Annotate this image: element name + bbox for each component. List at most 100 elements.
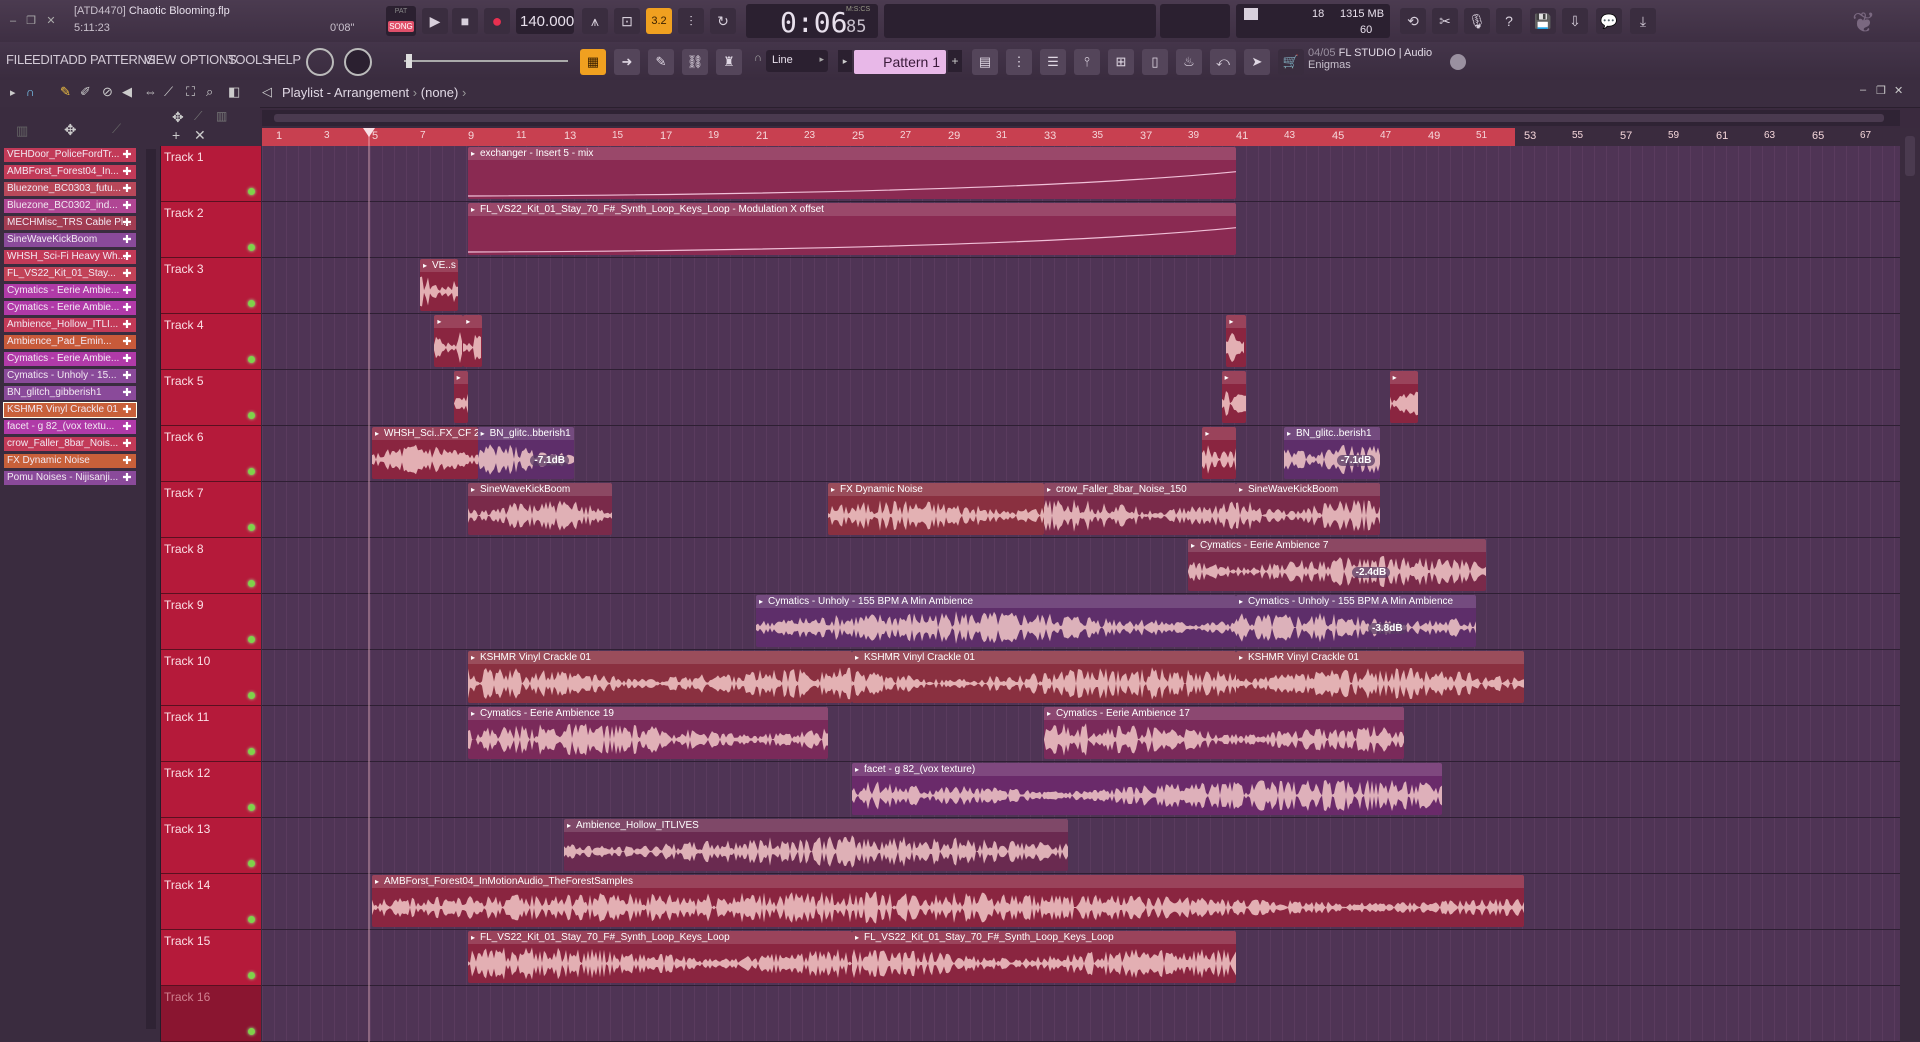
link-tracks-icon[interactable]: ⟋ [194, 109, 202, 124]
track-header[interactable]: Track 11 [161, 706, 261, 762]
magnet-icon[interactable]: ∩ [26, 85, 35, 99]
news-panel[interactable]: 04/05 FL STUDIO | Audio Enigmas [1308, 47, 1458, 71]
audio-clip[interactable]: Cymatics - Eerie Ambience 19 [468, 707, 828, 759]
help-icon[interactable]: ? [1496, 8, 1522, 34]
tempo-display[interactable]: 140.000 [516, 8, 574, 34]
tools-icon[interactable]: ✂ [1432, 8, 1458, 34]
track-header[interactable]: Track 5 [161, 370, 261, 426]
arrow-right-icon[interactable]: ➜ [614, 49, 640, 75]
drag-icon[interactable]: ✥ [172, 109, 184, 126]
add-clip-icon[interactable]: ✚ [118, 216, 136, 230]
browser-clip-item[interactable]: Bluezone_BC0302_ind... [4, 199, 136, 213]
audio-clip[interactable]: KSHMR Vinyl Crackle 01 [852, 651, 1236, 703]
add-clip-icon[interactable]: ✚ [118, 250, 136, 264]
browser-clip-item[interactable]: Cymatics - Unholy - 15... [4, 369, 136, 383]
browser-clip-item[interactable]: Pomu Noises - Nijisanji... [4, 471, 136, 485]
add-clip-icon[interactable]: ✚ [118, 148, 136, 162]
browser-clip-item[interactable]: Cymatics - Eerie Ambie... [4, 352, 136, 366]
track-header[interactable]: Track 3 [161, 258, 261, 314]
add-clip-icon[interactable]: ✚ [118, 182, 136, 196]
track-header[interactable]: Track 10 [161, 650, 261, 706]
time-display[interactable]: 0:06 85 M:S:CS [746, 4, 878, 39]
add-clip-icon[interactable]: ✚ [118, 318, 136, 332]
audio-clip[interactable]: KSHMR Vinyl Crackle 01 [1236, 651, 1524, 703]
loop-record-icon[interactable]: ↻ [710, 8, 736, 34]
add-clip-icon[interactable]: ✚ [118, 233, 136, 247]
export-icon[interactable]: ⇩ [1562, 8, 1588, 34]
track-header[interactable]: Track 15 [161, 930, 261, 986]
download-icon[interactable]: ⤓ [1630, 8, 1656, 34]
add-track-icon[interactable]: + [172, 127, 180, 143]
track-mute-led[interactable] [248, 356, 255, 363]
browser-clip-item[interactable]: Ambience_Hollow_ITLI... [4, 318, 136, 332]
audio-clip[interactable]: SineWaveKickBoom [468, 483, 612, 535]
master-slider[interactable] [404, 54, 568, 68]
audio-clip[interactable]: Cymatics - Eerie Ambience 17 [1044, 707, 1404, 759]
link-icon[interactable]: ⛓ [682, 49, 708, 75]
minimize-icon[interactable]: – [6, 14, 20, 28]
save-icon[interactable]: 💾 [1530, 8, 1556, 34]
browser-clip-item[interactable]: crow_Faller_8bar_Nois... [4, 437, 136, 451]
audio-clip[interactable]: BN_glitc..berish1 -7.1dB [1284, 427, 1380, 479]
playlist-close-icon[interactable]: ✕ [1894, 84, 1903, 97]
pencil-icon[interactable]: ✎ [648, 49, 674, 75]
browser-scrollbar[interactable] [146, 149, 156, 1029]
browser-clip-item[interactable]: SineWaveKickBoom [4, 233, 136, 247]
track-header[interactable]: Track 2 [161, 202, 261, 258]
chat-icon[interactable]: 💬 [1596, 8, 1622, 34]
audio-clip[interactable] [463, 315, 483, 367]
audio-clip[interactable]: Cymatics - Unholy - 155 BPM A Min Ambien… [756, 595, 1236, 647]
audio-clip[interactable]: facet - g 82_(vox texture) [852, 763, 1443, 815]
main-volume-knob[interactable] [306, 48, 334, 76]
master-slider-handle[interactable] [406, 54, 412, 68]
add-clip-icon[interactable]: ✚ [118, 437, 136, 451]
audio-clip[interactable]: Ambience_Hollow_ITLIVES [564, 819, 1068, 871]
browser-clip-item[interactable]: WHSH_Sci-Fi Heavy Wh... [4, 250, 136, 264]
audio-clip[interactable]: Cymatics - Unholy - 155 BPM A Min Ambien… [1236, 595, 1476, 647]
snap-magnet-icon[interactable]: ▦ [580, 49, 606, 75]
automation-clip[interactable]: exchanger - Insert 5 - mix [468, 147, 1236, 199]
track-header[interactable]: Track 6 [161, 426, 261, 482]
browser-clip-item[interactable]: AMBForst_Forest04_In... [4, 165, 136, 179]
mute-tool-icon[interactable]: ◀ [122, 84, 132, 100]
browser-clip-item[interactable]: VEHDoor_PoliceFordTr... [4, 148, 136, 162]
add-clip-icon[interactable]: ✚ [118, 471, 136, 485]
add-clip-icon[interactable]: ✚ [118, 369, 136, 383]
track-header[interactable]: Track 8 [161, 538, 261, 594]
channel-rack-icon[interactable]: ☰ [1040, 49, 1066, 75]
add-clip-icon[interactable]: ✚ [118, 386, 136, 400]
remove-track-icon[interactable]: ✕ [194, 127, 206, 144]
audio-clip[interactable] [453, 371, 468, 423]
audio-clip[interactable]: SineWaveKickBoom [1236, 483, 1380, 535]
draw-tool-icon[interactable]: ✎ [60, 84, 71, 100]
track-mute-led[interactable] [248, 1028, 255, 1035]
mixer-icon[interactable]: ⫯ [1074, 49, 1100, 75]
browser-tree-icon[interactable]: ⊞ [1108, 49, 1134, 75]
horizontal-scroll-thumb[interactable] [274, 114, 1884, 122]
playhead[interactable] [368, 128, 370, 1042]
track-mute-led[interactable] [248, 300, 255, 307]
track-header[interactable]: Track 13 [161, 818, 261, 874]
audio-clip[interactable]: AMBForst_Forest04_InMotionAudio_TheFores… [372, 875, 1524, 927]
metronome-icon[interactable]: ⩚ [582, 8, 608, 34]
countdown-icon[interactable]: 3.2 [646, 8, 672, 34]
stop-button[interactable]: ■ [452, 8, 478, 34]
audio-clip[interactable]: VE..s [420, 259, 459, 311]
menu-add[interactable]: ADD [60, 52, 87, 67]
playlist-icon[interactable]: ▤ [972, 49, 998, 75]
browser-clip-item[interactable]: FX Dynamic Noise [4, 454, 136, 468]
track-header[interactable]: Track 9 [161, 594, 261, 650]
track-mute-led[interactable] [248, 412, 255, 419]
browser-mode-icon[interactable]: ▥ [16, 123, 28, 139]
add-clip-icon[interactable]: ✚ [118, 199, 136, 213]
plugin-icon[interactable]: ♨ [1176, 49, 1202, 75]
browser-clip-item[interactable]: FL_VS22_Kit_01_Stay... [4, 267, 136, 281]
loop-selection[interactable] [262, 128, 1515, 146]
audio-clip[interactable]: Cymatics - Eerie Ambience 7 -2.4dB [1188, 539, 1486, 591]
audio-clip[interactable]: WHSH_Sci..FX_CF 29 [372, 427, 478, 479]
menu-edit[interactable]: EDIT [32, 52, 61, 67]
browser-clip-item[interactable]: Bluezone_BC0303_futu... [4, 182, 136, 196]
vertical-scroll-thumb[interactable] [1905, 136, 1915, 176]
track-mute-led[interactable] [248, 524, 255, 531]
snap-select[interactable]: Line ▸ [766, 50, 828, 72]
